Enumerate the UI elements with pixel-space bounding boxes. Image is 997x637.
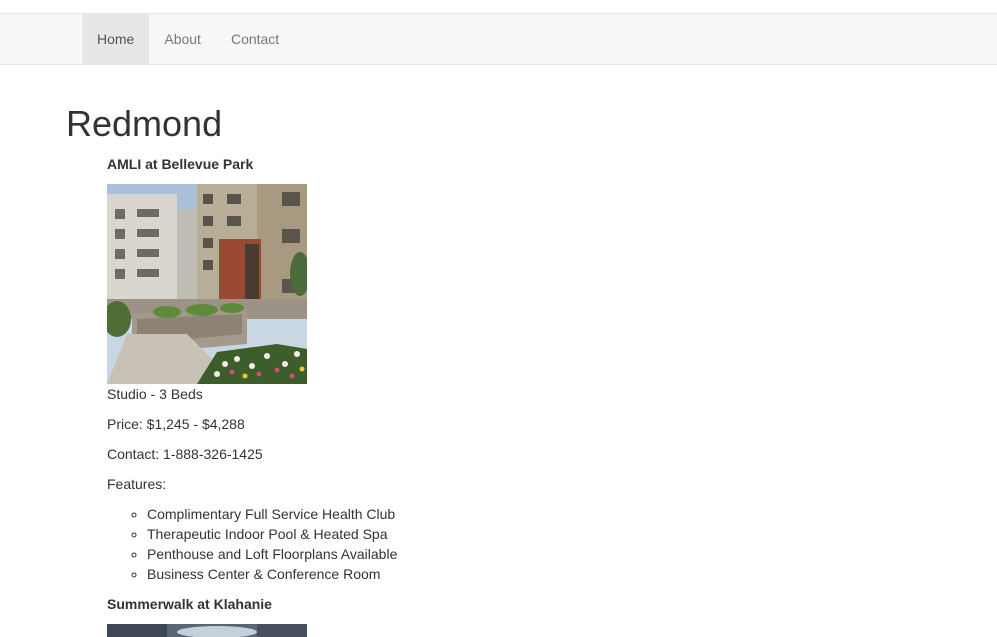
nav-menu: Home About Contact — [82, 14, 294, 64]
listing-price: Price: $1,245 - $4,288 — [107, 416, 245, 432]
nav-item-home[interactable]: Home — [82, 14, 150, 64]
listing-amli-bellevue-park: AMLI at Bellevue Park Studio - 3 Beds Pr… — [107, 154, 397, 584]
feature-item: Therapeutic Indoor Pool & Heated Spa — [147, 524, 397, 544]
navbar: Home About Contact — [0, 14, 997, 65]
listing-name: AMLI at Bellevue Park — [107, 156, 254, 172]
nav-item-about[interactable]: About — [149, 14, 216, 64]
feature-list: Complimentary Full Service Health Club T… — [107, 504, 397, 584]
listing-contact: Contact: 1-888-326-1425 — [107, 446, 263, 462]
feature-item: Business Center & Conference Room — [147, 564, 397, 584]
listing-photo — [107, 184, 307, 384]
listing-name: Summerwalk at Klahanie — [107, 596, 272, 612]
listing-beds: Studio - 3 Beds — [107, 386, 203, 402]
listing-photo — [107, 624, 307, 637]
listing-features-label: Features: — [107, 476, 167, 492]
listing-summerwalk-klahanie: Summerwalk at Klahanie — [107, 594, 307, 637]
page-title: Redmond — [66, 103, 223, 144]
feature-item: Complimentary Full Service Health Club — [147, 504, 397, 524]
browser-top-strip — [0, 0, 997, 14]
feature-item: Penthouse and Loft Floorplans Available — [147, 544, 397, 564]
nav-item-contact[interactable]: Contact — [216, 14, 294, 64]
